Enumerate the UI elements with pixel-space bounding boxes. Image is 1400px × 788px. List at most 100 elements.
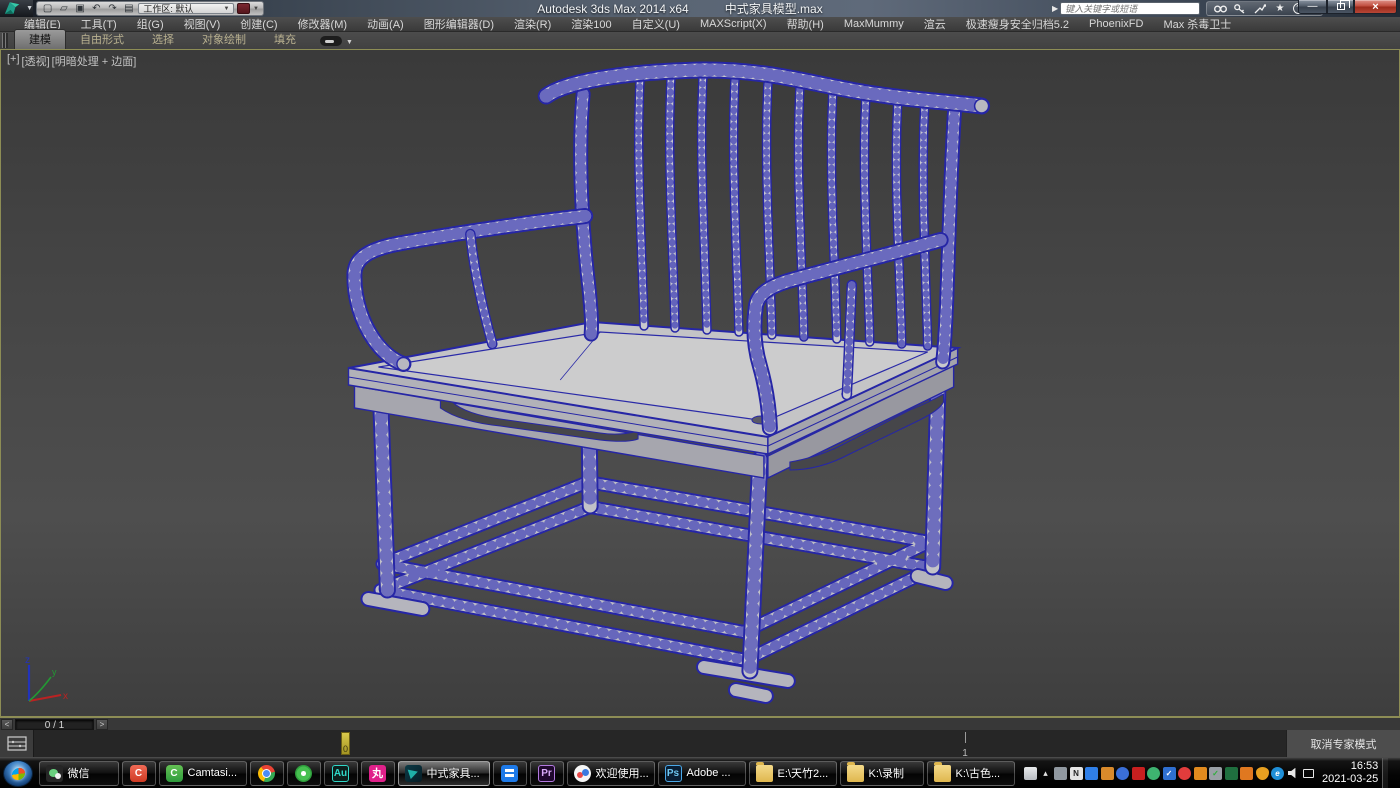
taskbar-camtasia[interactable]: C Camtasi... — [159, 761, 247, 786]
app-menu-button[interactable]: ▼ — [0, 0, 33, 17]
premiere-icon: Pr — [538, 765, 555, 782]
usb-drive-tray-icon[interactable] — [1101, 767, 1114, 780]
menu-item-help[interactable]: 帮助(H) — [777, 16, 834, 32]
show-desktop-button[interactable] — [1382, 758, 1388, 788]
menu-item-maxmummy[interactable]: MaxMummy — [834, 18, 914, 30]
taskbar-clock[interactable]: 16:53 2021-03-25 — [1322, 760, 1378, 786]
security-shield-tray-icon[interactable] — [1256, 767, 1269, 780]
taskbar-video-editor[interactable] — [493, 761, 527, 786]
save-file-icon[interactable]: ▣ — [73, 3, 86, 15]
curve-editor-icon — [7, 736, 27, 751]
viewport-shading-menu[interactable]: [明暗处理 + 边面] — [52, 53, 137, 69]
redo-icon[interactable]: ↷ — [106, 3, 119, 15]
minimize-button[interactable]: — — [1298, 0, 1327, 14]
menu-item-xuanyun[interactable]: 渲云 — [914, 16, 956, 32]
taskbar-photoshop[interactable]: Ps Adobe ... — [658, 761, 746, 786]
subscription-key-icon[interactable] — [1233, 3, 1247, 15]
menu-item-slim-archive[interactable]: 极速瘦身安全归档5.2 — [956, 16, 1079, 32]
menu-item-maxscript[interactable]: MAXScript(X) — [690, 18, 777, 30]
system-tray: ▴ N ✓ ✓ e — [1024, 767, 1315, 780]
viewport-general-menu[interactable]: [+] — [7, 53, 20, 69]
previous-frame-button[interactable]: < — [1, 719, 13, 730]
ribbon-minimize-toggle[interactable] — [320, 36, 342, 46]
undo-icon[interactable]: ↶ — [90, 3, 103, 15]
taskbar-baidu-netdisk[interactable]: 欢迎使用... — [567, 761, 655, 786]
project-folder-icon[interactable]: ▤ — [122, 3, 135, 15]
communication-center-icon[interactable] — [1253, 3, 1267, 15]
screen-record-tray-icon[interactable] — [1225, 767, 1238, 780]
audition-icon: Au — [332, 765, 349, 782]
360-safe-tray-icon[interactable] — [1178, 767, 1191, 780]
taskbar-wechat[interactable]: 微信 — [39, 761, 119, 786]
open-file-icon[interactable]: ▱ — [57, 3, 70, 15]
taskbar-camtasia-recorder[interactable]: C — [122, 761, 156, 786]
restore-button[interactable] — [1327, 0, 1354, 14]
internet-explorer-tray-icon[interactable]: e — [1271, 767, 1284, 780]
next-frame-button[interactable]: > — [96, 719, 108, 730]
taskbar-folder-e-tianzhu[interactable]: E:\天竹2... — [749, 761, 837, 786]
viewport-pov-menu[interactable]: [透视] — [22, 53, 50, 69]
title-bar: ▼ ▢ ▱ ▣ ↶ ↷ ▤ 工作区: 默认 ▼ ▼ Autodesk 3ds M… — [0, 0, 1400, 17]
3dsmax-logo-icon — [3, 1, 24, 16]
ribbon-minimize-caret-icon[interactable]: ▼ — [346, 39, 353, 46]
chair-wireframe-model[interactable] — [1, 50, 1399, 716]
menu-item-max-antivirus[interactable]: Max 杀毒卫士 — [1153, 16, 1241, 32]
show-hidden-icons-arrow[interactable]: ▴ — [1040, 768, 1052, 779]
graphics-settings-tray-icon[interactable] — [1054, 767, 1067, 780]
current-frame-display[interactable]: 0 / 1 — [15, 719, 94, 730]
input-method-icon[interactable] — [1024, 767, 1037, 780]
tab-selection[interactable]: 选择 — [138, 30, 188, 49]
pdf-reader-tray-icon[interactable] — [1132, 767, 1145, 780]
track-bar[interactable]: 0 1 取消专家模式 — [0, 730, 1400, 757]
search-input[interactable] — [1060, 2, 1200, 15]
capture-tool-tray-icon[interactable] — [1240, 767, 1253, 780]
pen-input-tray-icon[interactable] — [1085, 767, 1098, 780]
nvidia-tray-icon[interactable]: N — [1070, 767, 1083, 780]
taskbar-audition[interactable]: Au — [324, 761, 358, 786]
new-scene-icon[interactable]: ▢ — [41, 3, 54, 15]
mini-curve-editor-button[interactable] — [0, 730, 34, 757]
baidu-netdisk-icon — [574, 765, 591, 782]
taskbar-3dsmax[interactable]: 中式家具... — [398, 761, 490, 786]
workspace-flag-caret-icon: ▼ — [253, 6, 259, 12]
menu-item-animation[interactable]: 动画(A) — [357, 16, 414, 32]
time-slider-handle[interactable]: 0 — [341, 732, 350, 755]
volume-tray-icon[interactable] — [1287, 767, 1300, 780]
ribbon-grip[interactable] — [2, 33, 8, 48]
cancel-expert-mode-button[interactable]: 取消专家模式 — [1311, 736, 1377, 752]
taskbar-folder-k1-label: K:\录制 — [869, 765, 904, 781]
perspective-viewport[interactable]: [+] [透视] [明暗处理 + 边面] — [0, 49, 1400, 717]
taskbar-360-browser[interactable] — [287, 761, 321, 786]
tab-populate[interactable]: 填充 — [260, 30, 310, 49]
wechat-icon — [46, 765, 63, 782]
menu-item-phoenixfd[interactable]: PhoenixFD — [1079, 18, 1153, 30]
backrest-spindles — [639, 76, 928, 346]
search-expand-icon[interactable]: ▶ — [1052, 4, 1058, 13]
close-button[interactable]: × — [1354, 0, 1397, 14]
wechat-tray-icon[interactable] — [1147, 767, 1160, 780]
drive-monitor-tray-icon[interactable] — [1194, 767, 1207, 780]
tab-modeling[interactable]: 建模 — [14, 29, 66, 49]
usb-ready-tray-icon[interactable]: ✓ — [1209, 767, 1222, 780]
taskbar-folder-k-guse[interactable]: K:\古色... — [927, 761, 1015, 786]
menu-item-rendering100[interactable]: 渲染100 — [561, 16, 621, 32]
tab-freeform[interactable]: 自由形式 — [66, 30, 138, 49]
start-button[interactable] — [3, 760, 33, 787]
tab-object-paint[interactable]: 对象绘制 — [188, 30, 260, 49]
workspace-selector[interactable]: 工作区: 默认 ▼ — [138, 3, 234, 14]
taskbar-folder-k-record[interactable]: K:\录制 — [840, 761, 924, 786]
menu-item-customize[interactable]: 自定义(U) — [622, 16, 690, 32]
favorites-star-icon[interactable]: ★ — [1273, 3, 1287, 15]
workspace-flag-icon[interactable] — [237, 3, 250, 14]
taskbar-chrome[interactable] — [250, 761, 284, 786]
taskbar-premiere[interactable]: Pr — [530, 761, 564, 786]
world-axis-gizmo: z x y — [9, 655, 71, 710]
network-tray-icon[interactable] — [1302, 767, 1315, 780]
menu-item-rendering[interactable]: 渲染(R) — [504, 16, 561, 32]
cloud-app-tray-icon[interactable] — [1116, 767, 1129, 780]
search-binoculars-icon[interactable] — [1213, 3, 1227, 15]
pc-manager-tray-icon[interactable]: ✓ — [1163, 767, 1176, 780]
menu-item-graph-editors[interactable]: 图形编辑器(D) — [414, 16, 504, 32]
windows-taskbar: 微信 C C Camtasi... Au 丸 中式家具... Pr — [0, 757, 1400, 788]
taskbar-wan-app[interactable]: 丸 — [361, 761, 395, 786]
